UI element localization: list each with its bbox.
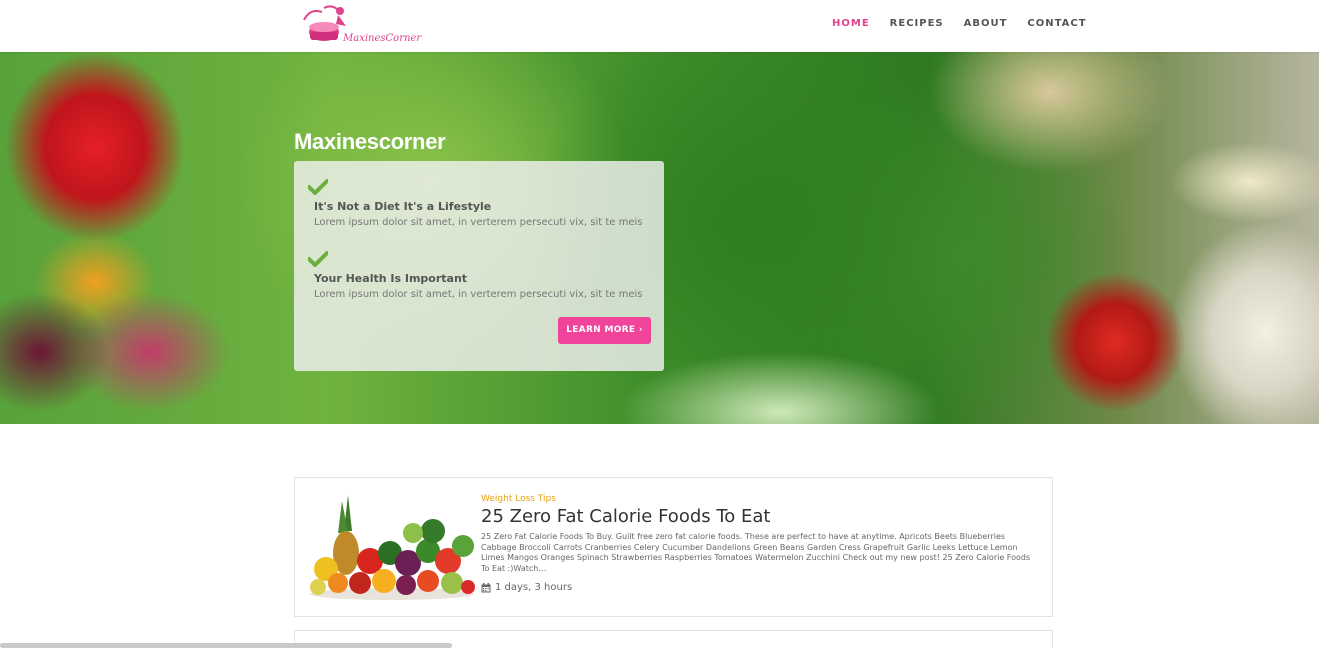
nav-recipes[interactable]: RECIPES — [890, 18, 944, 29]
feature-title: Your Health Is Important — [314, 272, 468, 285]
nav-about[interactable]: ABOUT — [964, 18, 1008, 29]
post-thumbnail[interactable] — [308, 491, 475, 601]
feature-title: It's Not a Diet It's a Lifestyle — [314, 200, 492, 213]
post-time: 1 days, 3 hours — [495, 582, 573, 593]
nav-contact[interactable]: CONTACT — [1027, 18, 1086, 29]
calendar-icon — [481, 582, 491, 592]
post-excerpt: 25 Zero Fat Calorie Foods To Buy. Guilt … — [481, 532, 1031, 573]
post-title[interactable]: 25 Zero Fat Calorie Foods To Eat — [481, 506, 771, 527]
check-icon — [308, 251, 328, 267]
hero-banner: Maxinescorner It's Not a Diet It's a Lif… — [0, 52, 1319, 424]
nav-home[interactable]: HOME — [832, 18, 870, 29]
feature-text: Lorem ipsum dolor sit amet, in verterem … — [314, 217, 643, 228]
feature-text: Lorem ipsum dolor sit amet, in verterem … — [314, 289, 643, 300]
main-nav: HOME RECIPES ABOUT CONTACT — [832, 18, 1107, 29]
site-header: MaxinesCorner HOME RECIPES ABOUT CONTACT — [0, 0, 1319, 52]
post-card[interactable]: Weight Loss Tips 25 Zero Fat Calorie Foo… — [294, 477, 1053, 617]
hero-feature-box: It's Not a Diet It's a Lifestyle Lorem i… — [294, 161, 664, 371]
check-icon — [308, 179, 328, 195]
learn-more-button[interactable]: LEARN MORE › — [558, 317, 651, 344]
logo-text: MaxinesCorner — [343, 33, 422, 44]
site-logo[interactable]: MaxinesCorner — [300, 2, 425, 50]
post-meta: 1 days, 3 hours — [481, 582, 572, 593]
hero-title: Maxinescorner — [294, 129, 446, 154]
vegetables-image-icon — [308, 491, 475, 601]
post-category[interactable]: Weight Loss Tips — [481, 494, 556, 504]
horizontal-scrollbar[interactable] — [0, 643, 452, 648]
